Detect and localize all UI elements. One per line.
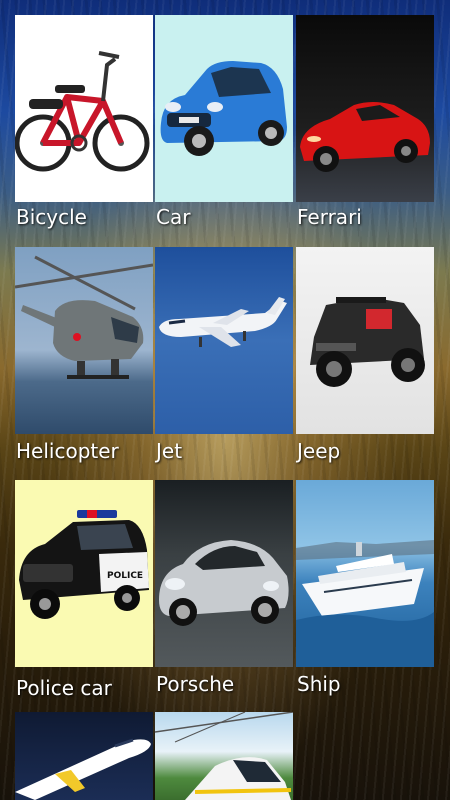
tile-label: Porsche xyxy=(156,672,235,696)
tile-label: Jet xyxy=(156,439,183,463)
porsche-image xyxy=(155,480,293,667)
tile-label: Ferrari xyxy=(297,205,362,229)
tile-label: Car xyxy=(156,205,191,229)
train-image xyxy=(155,712,293,800)
tile-label: Bicycle xyxy=(16,205,87,229)
ship-image xyxy=(296,480,434,667)
tile-label: Jeep xyxy=(297,439,341,463)
car-image xyxy=(155,15,293,202)
tile-label: Police car xyxy=(16,676,112,700)
app-screen: { "vehicles": [ {"label": "Bicycle"}, {"… xyxy=(0,0,450,800)
tile-label: Helicopter xyxy=(16,439,119,463)
ferrari-image xyxy=(296,15,434,202)
jet-image xyxy=(155,247,293,434)
jeep-image xyxy=(296,247,434,434)
police-car-image: POLICE xyxy=(15,480,153,667)
helicopter-image xyxy=(15,247,153,434)
tile-label: Ship xyxy=(297,672,341,696)
airplane-image xyxy=(15,712,153,800)
bicycle-image xyxy=(15,15,153,202)
svg-text:POLICE: POLICE xyxy=(107,571,143,581)
